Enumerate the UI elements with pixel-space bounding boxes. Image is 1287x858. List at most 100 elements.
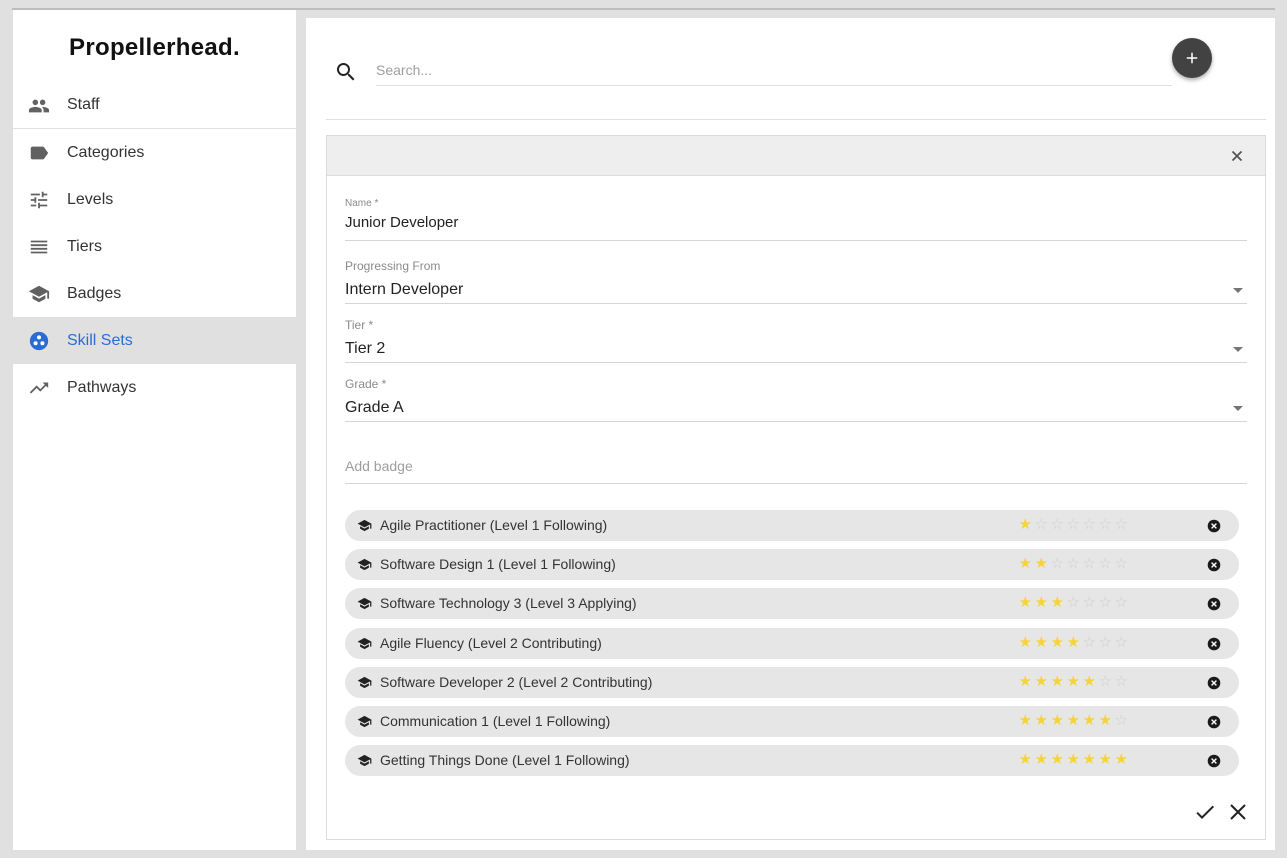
star-filled-icon[interactable]: ★ (1034, 554, 1050, 572)
star-filled-icon[interactable]: ★ (1018, 711, 1034, 729)
badge-chip: Software Design 1 (Level 1 Following) ★★☆… (345, 549, 1239, 581)
star-empty-icon[interactable]: ☆ (1098, 633, 1114, 651)
star-rating[interactable]: ★★★☆☆☆☆ (1018, 593, 1130, 611)
star-empty-icon[interactable]: ☆ (1114, 672, 1130, 690)
star-filled-icon[interactable]: ★ (1034, 593, 1050, 611)
star-filled-icon[interactable]: ★ (1018, 515, 1034, 533)
star-filled-icon[interactable]: ★ (1066, 750, 1082, 768)
star-filled-icon[interactable]: ★ (1034, 711, 1050, 729)
star-empty-icon[interactable]: ☆ (1050, 515, 1066, 533)
school-icon (357, 676, 372, 688)
star-filled-icon[interactable]: ★ (1082, 711, 1098, 729)
star-filled-icon[interactable]: ★ (1034, 750, 1050, 768)
cancel-button[interactable] (1228, 802, 1248, 822)
sidebar-item-badges[interactable]: Badges (13, 270, 296, 317)
close-icon[interactable] (1231, 150, 1243, 162)
badge-label: Agile Fluency (Level 2 Contributing) (380, 634, 602, 651)
progressing-from-select[interactable]: Progressing From Intern Developer (345, 259, 1247, 304)
star-rating[interactable]: ★★★★★★☆ (1018, 711, 1130, 729)
star-empty-icon[interactable]: ☆ (1050, 554, 1066, 572)
star-empty-icon[interactable]: ☆ (1082, 554, 1098, 572)
search-input[interactable] (376, 54, 1172, 86)
chevron-down-icon (1233, 406, 1243, 411)
remove-badge-icon[interactable] (1207, 715, 1221, 729)
tier-select[interactable]: Tier * Tier 2 (345, 318, 1247, 363)
badge-list: Agile Practitioner (Level 1 Following) ★☆… (345, 510, 1239, 784)
badge-chip: Software Developer 2 (Level 2 Contributi… (345, 666, 1239, 698)
sidebar-item-staff[interactable]: Staff (13, 82, 296, 129)
remove-badge-icon[interactable] (1207, 519, 1221, 533)
star-filled-icon[interactable]: ★ (1018, 672, 1034, 690)
star-empty-icon[interactable]: ☆ (1098, 672, 1114, 690)
star-filled-icon[interactable]: ★ (1050, 711, 1066, 729)
star-rating[interactable]: ★★★★☆☆☆ (1018, 633, 1130, 651)
star-empty-icon[interactable]: ☆ (1114, 554, 1130, 572)
school-icon (357, 598, 372, 610)
star-filled-icon[interactable]: ★ (1034, 633, 1050, 651)
star-filled-icon[interactable]: ★ (1018, 750, 1034, 768)
badge-chip: Agile Practitioner (Level 1 Following) ★☆… (345, 510, 1239, 541)
star-empty-icon[interactable]: ☆ (1082, 593, 1098, 611)
star-filled-icon[interactable]: ★ (1082, 672, 1098, 690)
star-filled-icon[interactable]: ★ (1098, 711, 1114, 729)
star-filled-icon[interactable]: ★ (1050, 672, 1066, 690)
star-empty-icon[interactable]: ☆ (1066, 515, 1082, 533)
star-empty-icon[interactable]: ☆ (1114, 593, 1130, 611)
grade-value: Grade A (345, 399, 404, 416)
save-button[interactable] (1193, 800, 1217, 824)
remove-badge-icon[interactable] (1207, 754, 1221, 768)
star-filled-icon[interactable]: ★ (1098, 750, 1114, 768)
star-empty-icon[interactable]: ☆ (1034, 515, 1050, 533)
star-filled-icon[interactable]: ★ (1050, 593, 1066, 611)
star-empty-icon[interactable]: ☆ (1114, 515, 1130, 533)
star-filled-icon[interactable]: ★ (1018, 554, 1034, 572)
star-rating[interactable]: ★★★★★★★ (1018, 750, 1130, 768)
sidebar-item-skill-sets[interactable]: Skill Sets (13, 317, 296, 364)
star-empty-icon[interactable]: ☆ (1098, 554, 1114, 572)
star-empty-icon[interactable]: ☆ (1066, 593, 1082, 611)
star-rating[interactable]: ★☆☆☆☆☆☆ (1018, 515, 1130, 533)
star-filled-icon[interactable]: ★ (1066, 672, 1082, 690)
label-icon (30, 146, 49, 160)
remove-badge-icon[interactable] (1207, 597, 1221, 611)
star-empty-icon[interactable]: ☆ (1082, 515, 1098, 533)
add-button[interactable] (1172, 38, 1212, 78)
star-filled-icon[interactable]: ★ (1066, 633, 1082, 651)
star-empty-icon[interactable]: ☆ (1098, 593, 1114, 611)
star-filled-icon[interactable]: ★ (1050, 633, 1066, 651)
star-empty-icon[interactable]: ☆ (1066, 554, 1082, 572)
trending-up-icon (29, 382, 49, 394)
sidebar-item-categories[interactable]: Categories (13, 129, 296, 176)
remove-badge-icon[interactable] (1207, 637, 1221, 651)
badge-label: Getting Things Done (Level 1 Following) (380, 752, 630, 769)
sidebar-item-pathways[interactable]: Pathways (13, 364, 296, 411)
star-empty-icon[interactable]: ☆ (1098, 515, 1114, 533)
remove-badge-icon[interactable] (1207, 558, 1221, 572)
remove-badge-icon[interactable] (1207, 676, 1221, 690)
star-filled-icon[interactable]: ★ (1050, 750, 1066, 768)
star-rating[interactable]: ★★★★★☆☆ (1018, 672, 1130, 690)
app-logo: Propellerhead. (69, 34, 240, 61)
star-empty-icon[interactable]: ☆ (1082, 633, 1098, 651)
school-icon (357, 559, 372, 571)
name-value: Junior Developer (345, 214, 459, 231)
sidebar-item-label: Staff (67, 96, 100, 113)
star-filled-icon[interactable]: ★ (1018, 593, 1034, 611)
star-rating[interactable]: ★★☆☆☆☆☆ (1018, 554, 1130, 572)
star-filled-icon[interactable]: ★ (1034, 672, 1050, 690)
star-empty-icon[interactable]: ☆ (1114, 633, 1130, 651)
grade-select[interactable]: Grade * Grade A (345, 377, 1247, 422)
add-badge-input[interactable]: Add badge (345, 456, 1247, 484)
school-icon (357, 715, 372, 728)
star-empty-icon[interactable]: ☆ (1114, 711, 1130, 729)
star-filled-icon[interactable]: ★ (1018, 633, 1034, 651)
name-field[interactable]: Name * Junior Developer (345, 196, 1247, 241)
sidebar-item-tiers[interactable]: Tiers (13, 223, 296, 270)
star-filled-icon[interactable]: ★ (1066, 711, 1082, 729)
sidebar-item-levels[interactable]: Levels (13, 176, 296, 223)
star-filled-icon[interactable]: ★ (1114, 750, 1130, 768)
star-filled-icon[interactable]: ★ (1082, 750, 1098, 768)
list-icon (30, 240, 48, 254)
plus-icon (1186, 52, 1198, 64)
tier-value: Tier 2 (345, 340, 386, 357)
